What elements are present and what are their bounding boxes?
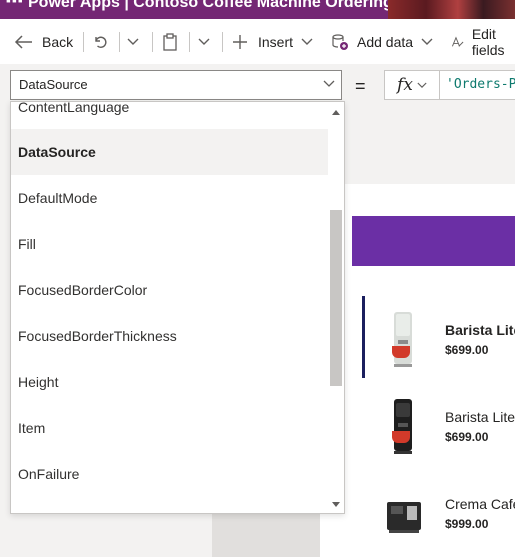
plus-icon	[233, 34, 247, 49]
insert-button[interactable]: Insert	[232, 19, 313, 64]
chevron-down-icon	[127, 38, 139, 45]
scroll-down-arrow-icon[interactable]	[332, 502, 340, 507]
product-item[interactable]: Barista Lite $699.00	[360, 383, 515, 465]
database-add-icon	[332, 33, 348, 50]
product-item[interactable]: Crema Cafe $999.00	[360, 470, 515, 552]
app-title: Power Apps | Contoso Coffee Machine Orde…	[28, 0, 393, 11]
dropdown-option[interactable]: Fill	[11, 221, 329, 267]
edit-fields-label: Edit fields	[471, 25, 505, 58]
divider	[222, 32, 223, 52]
chevron-down-icon	[421, 38, 433, 45]
app-launcher-icon[interactable]: ▪▪▪	[6, 0, 24, 8]
dropdown-option-selected[interactable]: DataSource	[11, 129, 329, 175]
product-name: Barista Lite	[445, 322, 515, 338]
paste-button[interactable]	[162, 19, 178, 64]
fx-icon: fx	[397, 75, 413, 95]
header-photo	[388, 0, 515, 19]
scroll-up-arrow-icon[interactable]	[332, 110, 340, 115]
equals-sign: =	[355, 76, 366, 96]
undo-menu-button[interactable]	[127, 19, 139, 64]
divider	[152, 32, 153, 52]
chevron-down-icon	[323, 80, 335, 87]
title-bar: ▪▪▪ Power Apps | Contoso Coffee Machine …	[0, 0, 515, 19]
dropdown-option[interactable]: FocusedBorderThickness	[11, 313, 329, 359]
product-item[interactable]: Barista Lite $699.00	[360, 296, 515, 378]
dropdown-option[interactable]: Height	[11, 359, 329, 405]
chevron-down-icon	[417, 82, 427, 88]
property-selector[interactable]: DataSource	[10, 70, 342, 100]
coffee-machine-image	[392, 312, 412, 367]
paste-menu-button[interactable]	[198, 19, 210, 64]
dropdown-option[interactable]: FocusedBorderColor	[11, 267, 329, 313]
product-price: $999.00	[445, 517, 489, 531]
chevron-down-icon	[198, 38, 210, 45]
app-banner	[352, 216, 515, 266]
formula-input[interactable]: 'Orders-Products'	[440, 70, 515, 100]
back-label: Back	[42, 33, 74, 50]
dropdown-scrollbar[interactable]	[328, 102, 344, 513]
dropdown-option[interactable]: ContentLanguage	[11, 102, 329, 130]
property-selector-value: DataSource	[19, 77, 88, 92]
app-header	[320, 106, 515, 184]
chevron-down-icon	[301, 38, 313, 45]
add-data-label: Add data	[357, 33, 414, 50]
product-name: Crema Cafe	[445, 496, 515, 512]
product-price: $699.00	[445, 430, 489, 444]
selected-indicator	[362, 296, 365, 378]
dropdown-option[interactable]: Item	[11, 405, 329, 451]
coffee-machine-image	[387, 502, 421, 533]
undo-button[interactable]	[92, 19, 108, 64]
edit-fields-icon	[451, 36, 464, 47]
app-canvas[interactable]: Barista Lite $699.00 Barista Lite $699.0…	[320, 106, 515, 557]
clipboard-icon	[163, 32, 177, 51]
edit-fields-button[interactable]: Edit fields	[451, 19, 515, 64]
arrow-left-icon	[14, 34, 32, 49]
insert-label: Insert	[258, 33, 294, 50]
divider	[189, 32, 190, 52]
divider	[119, 32, 120, 52]
scrollbar-thumb[interactable]	[330, 210, 342, 386]
coffee-machine-image	[392, 399, 412, 454]
divider	[83, 32, 84, 52]
dropdown-option[interactable]: DefaultMode	[11, 175, 329, 221]
property-dropdown-list[interactable]: ContentLanguage DataSource DefaultMode F…	[10, 101, 345, 514]
undo-icon	[95, 36, 107, 48]
back-button[interactable]: Back	[14, 19, 73, 64]
product-name: Barista Lite	[445, 409, 515, 425]
fx-button[interactable]: fx	[384, 70, 440, 100]
dropdown-option[interactable]: OnFailure	[11, 451, 329, 497]
product-price: $699.00	[445, 343, 489, 357]
command-bar: Back Insert Add data Edit fields	[0, 19, 515, 65]
add-data-button[interactable]: Add data	[331, 19, 433, 64]
